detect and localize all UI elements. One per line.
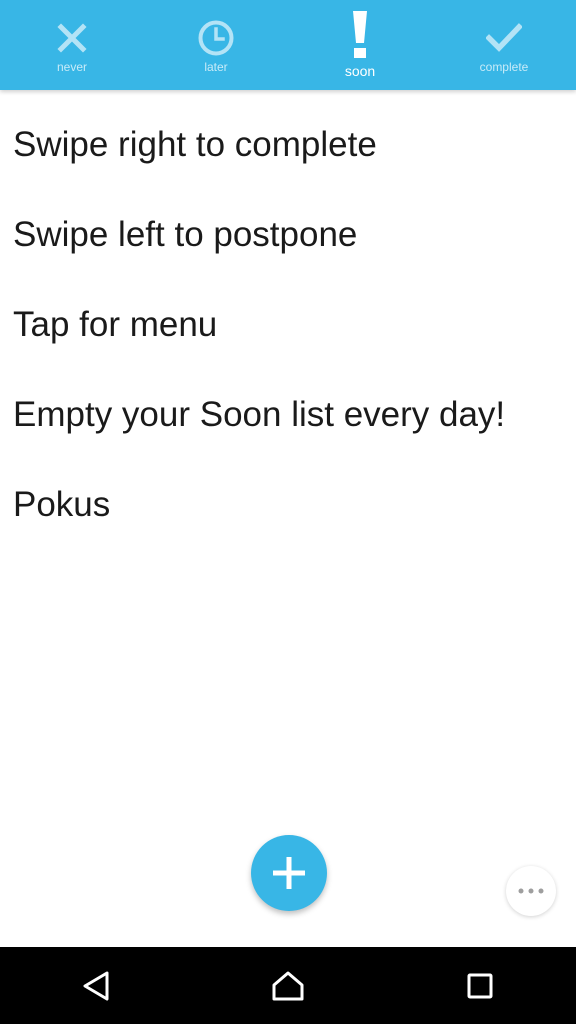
task-list: Swipe right to complete Swipe left to po… — [0, 100, 576, 550]
recents-button[interactable] — [440, 956, 520, 1016]
list-item[interactable]: Pokus — [0, 460, 576, 550]
tab-never-label: never — [56, 60, 88, 74]
tab-bar: never later soon complete — [0, 0, 576, 90]
back-button[interactable] — [56, 956, 136, 1016]
system-navigation-bar — [0, 947, 576, 1024]
tab-soon[interactable]: soon — [288, 0, 432, 90]
tab-later-label: later — [204, 60, 228, 74]
tab-never[interactable]: never — [0, 0, 144, 90]
tab-complete-label: complete — [479, 60, 529, 74]
list-item[interactable]: Tap for menu — [0, 280, 576, 370]
tab-soon-label: soon — [344, 63, 376, 79]
exclamation-icon — [340, 11, 380, 58]
tab-later[interactable]: later — [144, 0, 288, 90]
home-button[interactable] — [248, 956, 328, 1016]
tab-complete[interactable]: complete — [432, 0, 576, 90]
close-icon — [52, 18, 92, 58]
list-item[interactable]: Empty your Soon list every day! — [0, 370, 576, 460]
list-item[interactable]: Swipe left to postpone — [0, 190, 576, 280]
checkmark-icon — [484, 18, 524, 58]
home-icon — [271, 970, 305, 1002]
add-task-button[interactable] — [251, 835, 327, 911]
clock-icon — [196, 18, 236, 58]
more-dots-icon — [518, 888, 544, 894]
plus-icon — [271, 855, 307, 891]
list-item[interactable]: Swipe right to complete — [0, 100, 576, 190]
more-options-button[interactable] — [506, 866, 556, 916]
back-triangle-icon — [81, 970, 111, 1002]
recents-square-icon — [466, 972, 494, 1000]
